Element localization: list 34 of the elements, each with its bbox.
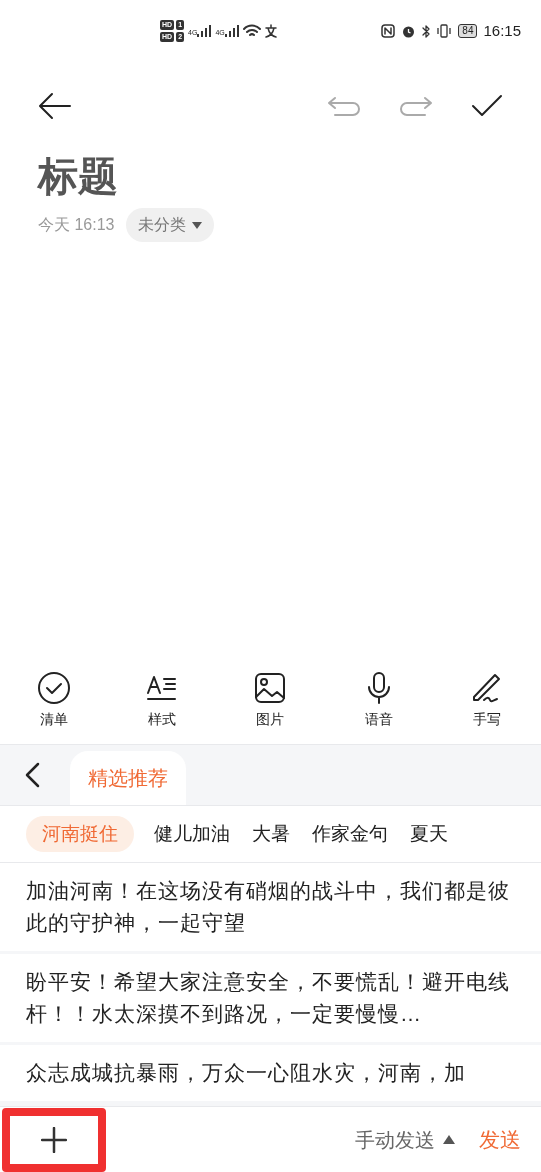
signal-icon — [224, 24, 239, 39]
toolbar-button[interactable]: 清单 — [0, 670, 109, 730]
category-chip[interactable]: 夏天 — [408, 816, 450, 852]
back-arrow-icon[interactable] — [38, 92, 72, 120]
note-title[interactable]: 标题 — [38, 150, 503, 202]
add-button[interactable] — [2, 1107, 106, 1172]
category-dropdown[interactable]: 未分类 — [126, 208, 215, 242]
nfc-icon — [381, 24, 396, 38]
wifi-icon — [242, 24, 261, 38]
bluetooth-icon — [421, 23, 432, 39]
category-chip[interactable]: 大暑 — [250, 816, 292, 852]
phrase-item[interactable]: 盼平安！希望大家注意安全，不要慌乱！避开电线杆！！水太深摸不到路况，一定要慢慢… — [0, 954, 541, 1042]
vibrate-icon — [436, 24, 453, 38]
caret-up-icon — [443, 1135, 455, 1144]
translate-icon — [263, 24, 278, 38]
plus-icon — [41, 1126, 67, 1153]
toolbar-button[interactable]: 手写 — [432, 670, 541, 730]
category-chip[interactable]: 健儿加油 — [152, 816, 232, 852]
checkmark-circle-icon — [37, 670, 72, 705]
caret-icon — [192, 221, 203, 229]
signal-icon — [197, 24, 212, 39]
image-icon — [253, 670, 288, 705]
toolbar-button[interactable]: 样式 — [108, 670, 217, 730]
note-date: 今天 16:13 — [38, 215, 115, 235]
battery-indicator: 84 — [458, 24, 478, 38]
confirm-check-icon[interactable] — [471, 94, 503, 118]
phrase-item[interactable]: 众志成城抗暴雨，万众一心阻水灾，河南，加 — [0, 1045, 541, 1101]
toolbar-button[interactable]: 语音 — [324, 670, 433, 730]
status-time: 16:15 — [483, 20, 521, 41]
toolbar-button[interactable]: 图片 — [216, 670, 325, 730]
category-chip[interactable]: 作家金句 — [310, 816, 390, 852]
phrase-item[interactable]: 加油河南！在这场没有硝烟的战斗中，我们都是彼此的守护神，一起守望 — [0, 863, 541, 951]
chevron-left-icon[interactable] — [24, 762, 40, 788]
send-mode-dropdown[interactable]: 手动发送 — [355, 1124, 455, 1155]
